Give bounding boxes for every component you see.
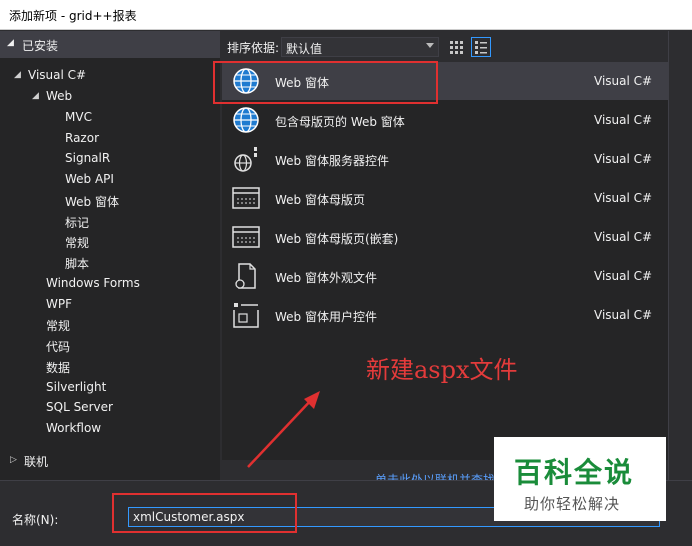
expanded-arrow-icon[interactable]: ◢ [14, 70, 21, 80]
window-title: 添加新项 - grid++报表 [9, 9, 137, 23]
details-panel [668, 31, 692, 480]
selection-highlight [213, 61, 438, 104]
globe-icon [233, 107, 259, 133]
template-user-control[interactable]: Web 窗体用户控件 Visual C# [222, 296, 668, 334]
template-language: Visual C# [594, 113, 653, 127]
list-view-icon [475, 41, 487, 54]
watermark-subtitle: 助你轻松解决 [524, 495, 621, 513]
template-name: Web 窗体母版页 [275, 193, 365, 207]
template-name: 包含母版页的 Web 窗体 [275, 115, 405, 129]
tree-item-web-api[interactable]: Web API [65, 172, 114, 186]
template-language: Visual C# [594, 269, 653, 283]
name-label: 名称(N): [12, 513, 59, 527]
template-name: Web 窗体服务器控件 [275, 154, 389, 168]
tree-item-markup[interactable]: 标记 [65, 214, 89, 231]
annotation-text: 新建aspx文件 [366, 356, 518, 384]
template-language: Visual C# [594, 152, 653, 166]
template-language: Visual C# [594, 191, 653, 205]
template-server-control[interactable]: Web 窗体服务器控件 Visual C# [222, 140, 668, 178]
master-page-icon [232, 187, 260, 209]
sort-value: 默认值 [286, 42, 323, 56]
template-language: Visual C# [594, 74, 653, 88]
template-skin-file[interactable]: Web 窗体外观文件 Visual C# [222, 257, 668, 295]
title-bar: 添加新项 - grid++报表 [0, 0, 692, 30]
list-view-button[interactable] [471, 37, 491, 57]
sort-toolbar: 排序依据: 默认值 [220, 31, 692, 62]
sort-label: 排序依据: [227, 41, 280, 55]
tree-item-razor[interactable]: Razor [65, 131, 99, 145]
tree-item-code[interactable]: 代码 [46, 338, 70, 355]
collapsed-arrow-icon[interactable]: ▷ [10, 455, 17, 465]
tree-item-wpf[interactable]: WPF [46, 297, 72, 311]
template-name: Web 窗体外观文件 [275, 271, 377, 285]
template-language: Visual C# [594, 230, 653, 244]
category-tree[interactable]: ◢ Visual C# ◢ Web MVC Razor SignalR Web … [0, 58, 220, 480]
tree-item-workflow[interactable]: Workflow [46, 421, 101, 435]
server-control-icon [234, 147, 257, 172]
skin-file-icon [235, 263, 256, 289]
collapse-arrow-icon[interactable]: ◢ [7, 38, 14, 48]
tree-item-signalr[interactable]: SignalR [65, 151, 110, 165]
watermark-title: 百科全说 [514, 456, 635, 489]
template-name: Web 窗体用户控件 [275, 310, 377, 324]
tree-item-script[interactable]: 脚本 [65, 255, 89, 272]
nested-master-page-icon [232, 226, 260, 248]
chevron-down-icon [426, 43, 434, 48]
user-control-icon [233, 303, 259, 328]
tree-item-data[interactable]: 数据 [46, 359, 70, 376]
installed-label: 已安装 [22, 39, 59, 53]
tree-item-silverlight[interactable]: Silverlight [46, 380, 106, 394]
template-master-page[interactable]: Web 窗体母版页 Visual C# [222, 179, 668, 217]
annotation-arrow-icon [247, 391, 320, 468]
tree-item-sql-server[interactable]: SQL Server [46, 400, 113, 414]
template-name: Web 窗体母版页(嵌套) [275, 232, 399, 246]
tree-item-general[interactable]: 常规 [65, 234, 89, 251]
name-highlight [112, 493, 297, 533]
tree-item-web-forms[interactable]: Web 窗体 [65, 193, 119, 210]
expanded-arrow-icon[interactable]: ◢ [32, 91, 39, 101]
template-language: Visual C# [594, 308, 653, 322]
tree-item-mvc[interactable]: MVC [65, 110, 92, 124]
small-icons-view-button[interactable] [446, 37, 466, 57]
sort-dropdown[interactable]: 默认值 [281, 37, 439, 57]
template-nested-master-page[interactable]: Web 窗体母版页(嵌套) Visual C# [222, 218, 668, 256]
watermark: 百科全说 助你轻松解决 [494, 437, 666, 521]
template-web-forms-with-master[interactable]: 包含母版页的 Web 窗体 Visual C# [222, 101, 668, 139]
installed-header[interactable]: ◢ 已安装 [0, 31, 220, 58]
tree-item-general-2[interactable]: 常规 [46, 317, 70, 334]
small-icons-icon [450, 41, 463, 54]
tree-item-windows-forms[interactable]: Windows Forms [46, 276, 140, 290]
